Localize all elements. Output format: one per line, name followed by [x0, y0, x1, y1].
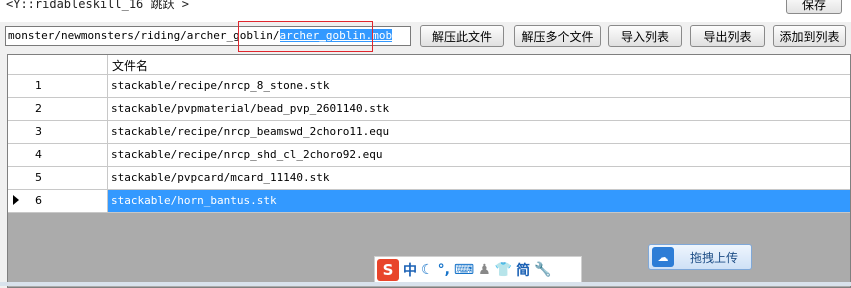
filename-cell[interactable]: stackable/horn_bantus.stk — [108, 190, 850, 213]
row-number: 5 — [35, 171, 42, 184]
keyboard-icon[interactable]: ⌨ — [454, 262, 474, 278]
save-button[interactable]: 保存 — [786, 0, 842, 14]
grid-corner-cell — [8, 55, 108, 74]
filename-cell[interactable]: stackable/pvpcard/mcard_11140.stk — [108, 167, 850, 190]
skin-shirt-icon[interactable]: 👕 — [495, 262, 512, 278]
filename-cell[interactable]: stackable/recipe/nrcp_8_stone.stk — [108, 75, 850, 98]
import-list-button[interactable]: 导入列表 — [608, 25, 682, 47]
row-header[interactable]: 1 — [8, 75, 108, 98]
table-row[interactable]: 2 stackable/pvpmaterial/bead_pvp_2601140… — [8, 98, 850, 121]
extract-multiple-files-button[interactable]: 解压多个文件 — [514, 25, 601, 47]
extract-this-file-button[interactable]: 解压此文件 — [420, 25, 504, 47]
filename-cell[interactable]: stackable/pvpmaterial/bead_pvp_2601140.s… — [108, 98, 850, 121]
row-header[interactable]: 5 — [8, 167, 108, 190]
table-row[interactable]: 4 stackable/recipe/nrcp_shd_cl_2choro92.… — [8, 144, 850, 167]
row-header[interactable]: 6 — [8, 190, 108, 213]
row-header[interactable]: 2 — [8, 98, 108, 121]
skill-breadcrumb: <Y::ridableskill_16 跳跃 > — [6, 0, 189, 11]
drag-upload-button[interactable]: ☁ 拖拽上传 — [648, 244, 752, 270]
sogou-logo-icon[interactable]: S — [377, 258, 399, 281]
filename-column-header[interactable]: 文件名 — [112, 57, 148, 74]
user-icon[interactable]: ♟ — [478, 262, 491, 278]
ime-toolbar[interactable]: S 中 ☾ °, ⌨ ♟ 👕 简 🔧 — [374, 256, 582, 283]
highlight-annotation-box — [238, 21, 373, 52]
drag-upload-label: 拖拽上传 — [690, 250, 739, 265]
table-row-selected[interactable]: 6 stackable/horn_bantus.stk — [8, 190, 850, 213]
table-row[interactable]: 1 stackable/recipe/nrcp_8_stone.stk — [8, 75, 850, 98]
table-row[interactable]: 5 stackable/pvpcard/mcard_11140.stk — [8, 167, 850, 190]
row-header[interactable]: 3 — [8, 121, 108, 144]
taskbar-edge — [0, 282, 851, 286]
punctuation-icon[interactable]: °, — [438, 262, 450, 278]
chinese-mode-toggle[interactable]: 中 — [403, 260, 417, 280]
row-header[interactable]: 4 — [8, 144, 108, 167]
row-number: 3 — [35, 125, 42, 138]
simplified-chinese-toggle[interactable]: 简 — [516, 260, 530, 280]
row-number: 2 — [35, 102, 42, 115]
row-number: 4 — [35, 148, 42, 161]
export-list-button[interactable]: 导出列表 — [690, 25, 765, 47]
moon-icon[interactable]: ☾ — [421, 262, 434, 278]
row-number: 1 — [35, 79, 42, 92]
table-row[interactable]: 3 stackable/recipe/nrcp_beamswd_2choro11… — [8, 121, 850, 144]
cloud-upload-icon: ☁ — [652, 247, 674, 267]
add-to-list-button[interactable]: 添加到列表 — [773, 25, 846, 47]
filename-cell[interactable]: stackable/recipe/nrcp_shd_cl_2choro92.eq… — [108, 144, 850, 167]
wrench-icon[interactable]: 🔧 — [534, 262, 551, 278]
row-number: 6 — [35, 194, 42, 207]
filename-cell[interactable]: stackable/recipe/nrcp_beamswd_2choro11.e… — [108, 121, 850, 144]
top-strip: <Y::ridableskill_16 跳跃 > 保存 — [0, 0, 851, 22]
grid-header: 文件名 — [8, 55, 850, 75]
current-row-arrow-icon — [13, 195, 19, 205]
